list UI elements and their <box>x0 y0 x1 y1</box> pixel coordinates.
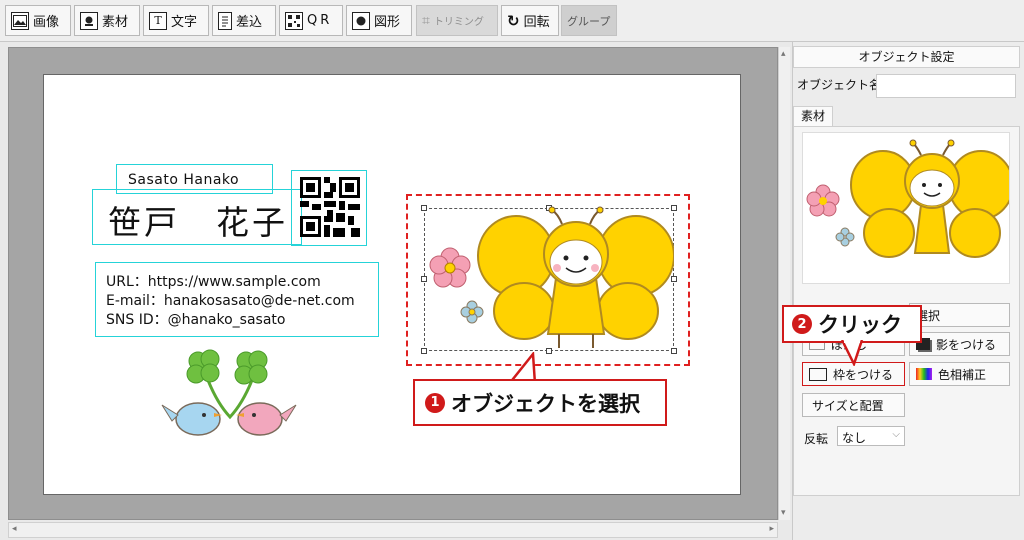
flip-value: なし <box>842 431 867 445</box>
frame-label: 枠をつける <box>833 367 894 382</box>
scroll-up-icon[interactable]: ▴ <box>781 49 786 59</box>
butterfly-image <box>429 206 674 348</box>
tab-material[interactable]: 素材 <box>793 106 833 126</box>
sns-text: SNS ID：@hanako_sasato <box>106 312 286 328</box>
step2-text: クリック <box>818 313 902 337</box>
shadow-button[interactable]: 影をつける <box>909 332 1010 356</box>
name-en-text: Sasato Hanako <box>128 172 240 188</box>
shape-icon <box>352 11 370 30</box>
preview-butterfly-image <box>806 139 1014 258</box>
hue-button[interactable]: 色相補正 <box>909 362 1010 386</box>
hue-label: 色相補正 <box>938 367 987 382</box>
image-label: 画像 <box>33 15 60 30</box>
object-name-input[interactable] <box>876 74 1016 98</box>
chevron-down-icon: ⌵ <box>892 429 900 440</box>
crop-icon: ⌗ <box>422 12 430 29</box>
trimming-button[interactable]: ⌗ トリミング <box>416 5 498 36</box>
qr-code-image <box>300 177 360 237</box>
scroll-right-icon[interactable]: ▸ <box>769 524 774 534</box>
step1-callout: 1 オブジェクトを選択 <box>413 379 667 426</box>
object-settings-panel: オブジェクト設定 オブジェクト名 素材 選択 影をつける 枠をつける 色相補正 … <box>792 42 1024 540</box>
select-material-button[interactable]: 選択 <box>909 303 1010 327</box>
step1-text: オブジェクトを選択 <box>451 391 640 416</box>
merge-label: 差込 <box>236 15 263 30</box>
size-position-button[interactable]: サイズと配置 <box>802 393 905 417</box>
step2-number: 2 <box>792 314 812 334</box>
horizontal-scrollbar[interactable]: ◂ ▸ <box>8 522 778 538</box>
image-icon <box>11 11 29 30</box>
frame-icon <box>809 367 827 381</box>
step2-callout: 2 クリック <box>782 305 922 343</box>
url-text: URL：https://www.sample.com <box>106 274 321 290</box>
merge-button[interactable]: 差込 <box>212 5 276 36</box>
group-button[interactable]: グループ <box>561 5 617 36</box>
size-label: サイズと配置 <box>812 398 884 413</box>
app-window: 画像 素材 T 文字 差込 QR 図形 ⌗ トリミング ↻ 回転 グループ ◂ … <box>0 0 1024 540</box>
clover-birds-image <box>161 349 297 436</box>
toolbar: 画像 素材 T 文字 差込 QR 図形 ⌗ トリミング ↻ 回転 グループ <box>0 0 1024 42</box>
shape-label: 図形 <box>374 15 401 30</box>
qr-label: QR <box>307 13 333 28</box>
group-label: グループ <box>567 14 611 28</box>
qr-icon <box>285 11 303 30</box>
panel-title: オブジェクト設定 <box>793 46 1020 68</box>
flip-select[interactable]: なし ⌵ <box>837 426 905 446</box>
material-button[interactable]: 素材 <box>74 5 140 36</box>
name-jp-text: 笹戸 花子 <box>108 203 288 242</box>
email-text: E-mail：hanakosasato@de-net.com <box>106 293 355 309</box>
image-button[interactable]: 画像 <box>5 5 71 36</box>
material-preview <box>802 132 1014 284</box>
flip-label: 反転 <box>804 432 829 446</box>
callout2-pointer <box>840 340 864 366</box>
text-icon: T <box>149 11 167 30</box>
object-name-label: オブジェクト名 <box>797 78 882 92</box>
scroll-down-icon[interactable]: ▾ <box>781 508 786 518</box>
step1-number: 1 <box>425 392 445 413</box>
text-button[interactable]: T 文字 <box>143 5 209 36</box>
text-label: 文字 <box>171 15 198 30</box>
qr-button[interactable]: QR <box>279 5 343 36</box>
rotate-icon: ↻ <box>507 11 520 30</box>
hue-icon <box>916 368 932 380</box>
document-icon <box>218 11 232 30</box>
rotate-label: 回転 <box>523 15 550 30</box>
rotate-button[interactable]: ↻ 回転 <box>501 5 559 36</box>
shadow-label: 影をつける <box>936 337 997 352</box>
scroll-left-icon[interactable]: ◂ <box>12 524 17 534</box>
shape-button[interactable]: 図形 <box>346 5 412 36</box>
vertical-scrollbar[interactable]: ▴ ▾ <box>778 47 790 520</box>
trimming-label: トリミング <box>433 17 484 28</box>
material-label: 素材 <box>102 15 129 30</box>
material-icon <box>80 11 98 30</box>
